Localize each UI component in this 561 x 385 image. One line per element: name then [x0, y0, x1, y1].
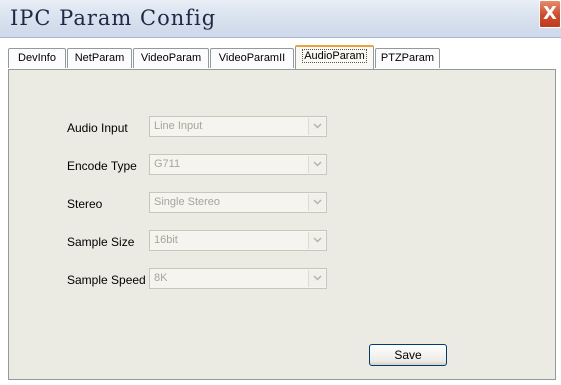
- sample-speed-select[interactable]: 8K: [149, 268, 327, 289]
- tab-label: NetParam: [74, 52, 125, 64]
- tab-label: DevInfo: [18, 52, 56, 64]
- encode-type-select[interactable]: G711: [149, 154, 327, 175]
- close-button[interactable]: X: [539, 0, 561, 28]
- tab-ptzparam[interactable]: PTZParam: [375, 48, 440, 68]
- tab-netparam[interactable]: NetParam: [67, 48, 132, 68]
- audio-input-select[interactable]: Line Input: [149, 116, 327, 137]
- tab-audioparam[interactable]: AudioParam: [295, 45, 374, 69]
- tab-strip: DevInfo NetParam VideoParam VideoParamII…: [8, 45, 558, 69]
- encode-type-value: G711: [154, 158, 181, 170]
- tab-devinfo[interactable]: DevInfo: [8, 48, 66, 68]
- tab-label: VideoParamII: [218, 52, 286, 64]
- tab-label: VideoParam: [140, 52, 202, 64]
- title-bar[interactable]: IPC Param Config X: [0, 0, 561, 38]
- sample-size-select[interactable]: 16bit: [149, 230, 327, 251]
- tab-label: PTZParam: [380, 52, 435, 64]
- close-icon: X: [543, 3, 557, 24]
- sample-size-label: Sample Size: [67, 235, 135, 249]
- save-button[interactable]: Save: [369, 344, 447, 366]
- tab-label: AudioParam: [302, 49, 367, 63]
- chevron-down-icon[interactable]: [308, 270, 325, 287]
- stereo-label: Stereo: [67, 197, 103, 211]
- audio-input-label: Audio Input: [67, 121, 128, 135]
- chevron-down-icon[interactable]: [308, 232, 325, 249]
- sample-speed-value: 8K: [154, 272, 168, 284]
- audio-input-value: Line Input: [154, 120, 203, 132]
- sample-size-value: 16bit: [154, 234, 178, 246]
- chevron-down-icon[interactable]: [308, 156, 325, 173]
- encode-type-label: Encode Type: [67, 159, 137, 173]
- audio-param-panel: Audio Input Line Input Encode Type G711 …: [8, 69, 556, 380]
- tab-videoparam[interactable]: VideoParam: [133, 48, 209, 68]
- tab-videoparamii[interactable]: VideoParamII: [210, 48, 294, 68]
- stereo-value: Single Stereo: [154, 196, 221, 208]
- ipc-param-config-window: IPC Param Config X DevInfo NetParam Vide…: [0, 0, 561, 385]
- chevron-down-icon[interactable]: [308, 194, 325, 211]
- sample-speed-label: Sample Speed: [67, 273, 146, 287]
- chevron-down-icon[interactable]: [308, 118, 325, 135]
- window-title: IPC Param Config: [10, 6, 217, 30]
- stereo-select[interactable]: Single Stereo: [149, 192, 327, 213]
